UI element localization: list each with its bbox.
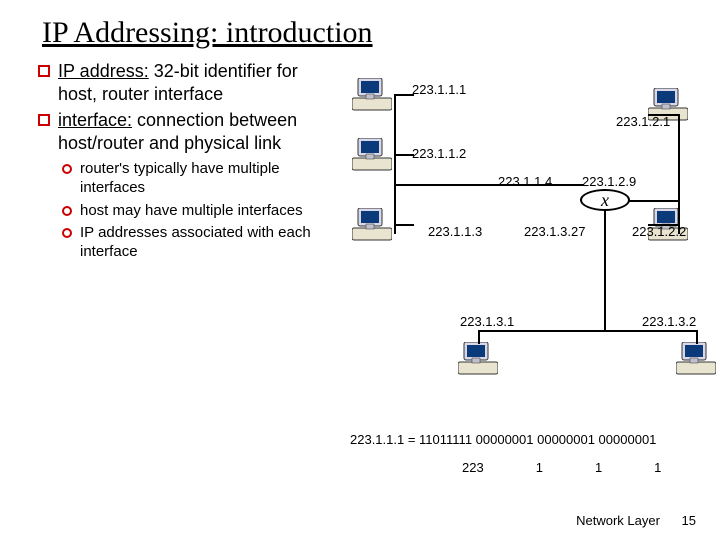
bullet-list: IP address: 32-bit identifier for host, … — [38, 60, 338, 266]
bullet-item: IP address: 32-bit identifier for host, … — [38, 60, 338, 105]
slide-footer: Network Layer 15 — [558, 513, 696, 528]
host-icon — [458, 342, 498, 378]
sub-bullet-text: router's typically have multiple interfa… — [80, 160, 338, 198]
router-icon: x — [580, 189, 630, 211]
host-icon — [352, 78, 392, 114]
ip-label: 223.1.3.1 — [460, 314, 514, 329]
ip-label: 223.1.1.4 — [498, 174, 552, 189]
ip-label: 223.1.3.27 — [524, 224, 585, 239]
term: interface: — [58, 110, 132, 130]
octet: 1 — [595, 460, 602, 475]
circle-bullet-icon — [62, 206, 72, 216]
sub-bullet-item: IP addresses associated with each interf… — [62, 224, 338, 262]
ip-label: 223.1.2.9 — [582, 174, 636, 189]
bullet-item: interface: connection between host/route… — [38, 109, 338, 154]
sub-bullet-text: IP addresses associated with each interf… — [80, 224, 338, 262]
square-bullet-icon — [38, 65, 50, 77]
section-label: Network Layer — [576, 513, 660, 528]
sub-bullet-item: host may have multiple interfaces — [62, 202, 338, 221]
host-icon — [352, 208, 392, 244]
binary-expansion: 223.1.1.1 = 11011111 00000001 00000001 0… — [350, 432, 656, 447]
ip-label: 223.1.2.1 — [616, 114, 670, 129]
sub-bullet-item: router's typically have multiple interfa… — [62, 160, 338, 198]
octet: 1 — [654, 460, 661, 475]
sub-bullet-text: host may have multiple interfaces — [80, 202, 303, 221]
sub-bullet-list: router's typically have multiple interfa… — [62, 160, 338, 262]
octet: 1 — [536, 460, 543, 475]
page-number: 15 — [682, 513, 696, 528]
slide-title: IP Addressing: introduction — [0, 0, 720, 50]
circle-bullet-icon — [62, 228, 72, 238]
term: IP address: — [58, 61, 149, 81]
host-icon — [352, 138, 392, 174]
ip-label: 223.1.1.3 — [428, 224, 482, 239]
ip-label: 223.1.3.2 — [642, 314, 696, 329]
circle-bullet-icon — [62, 164, 72, 174]
octet-labels: 223 1 1 1 — [462, 460, 661, 475]
ip-label: 223.1.1.2 — [412, 146, 466, 161]
ip-label: 223.1.1.1 — [412, 82, 466, 97]
network-diagram: x 223.1.1.1 223.1.1.2 223.1.1.3 223.1.1.… — [348, 74, 708, 394]
host-icon — [676, 342, 716, 378]
square-bullet-icon — [38, 114, 50, 126]
octet: 223 — [462, 460, 484, 475]
